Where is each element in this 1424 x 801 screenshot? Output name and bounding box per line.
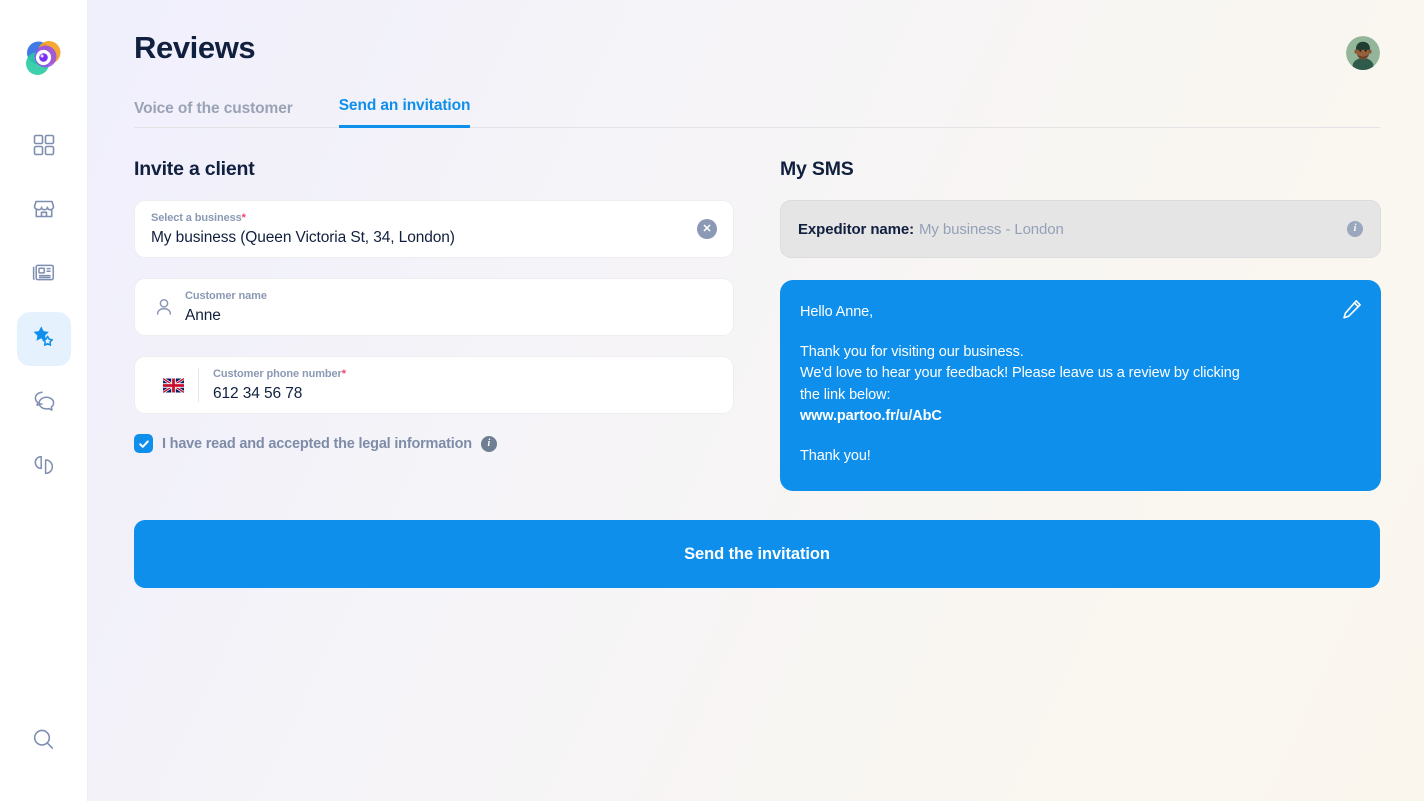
- invite-a-client-section: Invite a client Select a business* My bu…: [134, 158, 734, 491]
- grid-dashboard-icon: [31, 132, 57, 163]
- phone-field-body: Customer phone number* 612 34 56 78: [213, 368, 717, 403]
- legal-checkbox[interactable]: [134, 434, 153, 453]
- business-label-text: Select a business: [151, 211, 242, 224]
- uk-flag-icon[interactable]: [163, 377, 184, 393]
- sms-section-title: My SMS: [780, 158, 854, 180]
- sidebar-item-analytics[interactable]: [17, 440, 71, 494]
- sidebar-item-reviews[interactable]: [16, 312, 71, 366]
- sms-line: We'd love to hear your feedback! Please …: [800, 365, 1240, 381]
- content-columns: Invite a client Select a business* My bu…: [134, 158, 1381, 491]
- sms-line: Thank you!: [800, 447, 871, 464]
- my-sms-section: My SMS Expeditor name: My business - Lon…: [780, 158, 1381, 491]
- sms-line: the link below:: [800, 386, 891, 403]
- business-required-marker: *: [241, 211, 246, 224]
- customer-name-field[interactable]: Customer name Anne: [134, 278, 734, 336]
- person-icon: [153, 296, 175, 318]
- expeditor-info-icon[interactable]: i: [1347, 221, 1363, 237]
- send-the-invitation-button[interactable]: Send the invitation: [134, 520, 1380, 588]
- pie-chart-icon: [30, 451, 58, 484]
- tab-send-an-invitation[interactable]: Send an invitation: [338, 97, 470, 128]
- sms-preview-bubble: Hello Anne, Thank you for visiting our b…: [780, 280, 1381, 491]
- legal-consent-label: I have read and accepted the legal infor…: [162, 435, 472, 452]
- partoo-logo[interactable]: [21, 36, 67, 82]
- sms-line: Hello Anne,: [800, 304, 874, 320]
- sms-review-link: www.partoo.fr/u/AbC: [800, 408, 942, 424]
- clear-business-button[interactable]: ✕: [697, 219, 717, 239]
- phone-field-divider: [198, 368, 199, 402]
- name-field-body: Customer name Anne: [185, 290, 717, 325]
- customer-name-label: Customer name: [185, 290, 717, 303]
- pencil-edit-icon[interactable]: [1341, 298, 1363, 325]
- name-label-text: Customer name: [185, 289, 267, 302]
- sms-line-blank: [800, 324, 1357, 342]
- customer-name-value: Anne: [185, 306, 221, 324]
- search-icon: [30, 726, 57, 758]
- sms-line: Thank you for visiting our business.: [800, 343, 1024, 360]
- business-field-value: My business (Queen Victoria St, 34, Lond…: [151, 228, 455, 246]
- legal-consent-row: I have read and accepted the legal infor…: [134, 434, 734, 453]
- newspaper-icon: [30, 259, 57, 291]
- expeditor-name-row: Expeditor name: My business - London i: [780, 200, 1381, 258]
- chat-bubbles-icon: [30, 387, 58, 420]
- page-header: Reviews: [134, 0, 1380, 70]
- page-title: Reviews: [134, 30, 256, 65]
- customer-phone-value: 612 34 56 78: [213, 384, 303, 402]
- customer-phone-field[interactable]: Customer phone number* 612 34 56 78: [134, 356, 734, 414]
- tab-voice-of-the-customer[interactable]: Voice of the customer: [134, 100, 293, 128]
- customer-phone-label: Customer phone number*: [213, 368, 717, 381]
- phone-required-marker: *: [341, 367, 346, 380]
- main-content: Reviews Voice of the customer Send an in…: [88, 0, 1424, 801]
- select-a-business-field[interactable]: Select a business* My business (Queen Vi…: [134, 200, 734, 258]
- app-root: Reviews Voice of the customer Send an in…: [0, 0, 1424, 801]
- business-field-body: Select a business* My business (Queen Vi…: [151, 212, 697, 247]
- phone-label-text: Customer phone number: [213, 367, 342, 380]
- star-review-icon: [29, 322, 58, 356]
- invite-section-title: Invite a client: [134, 158, 255, 180]
- tabs: Voice of the customer Send an invitation: [134, 96, 1380, 128]
- sidebar-item-dashboard[interactable]: [17, 120, 71, 174]
- storefront-icon: [30, 195, 58, 228]
- sidebar: [0, 0, 88, 801]
- sidebar-item-businesses[interactable]: [17, 184, 71, 238]
- expeditor-label: Expeditor name:: [798, 220, 915, 238]
- sidebar-nav: [16, 120, 71, 494]
- user-avatar[interactable]: [1346, 36, 1380, 70]
- sidebar-item-posts[interactable]: [17, 248, 71, 302]
- expeditor-value: My business - London: [919, 220, 1064, 238]
- sms-line-blank: [800, 428, 1357, 446]
- sms-body: Hello Anne, Thank you for visiting our b…: [800, 302, 1357, 467]
- business-field-label: Select a business*: [151, 212, 697, 225]
- sidebar-item-messages[interactable]: [17, 376, 71, 430]
- sidebar-search-button[interactable]: [17, 715, 71, 769]
- legal-info-icon[interactable]: i: [480, 435, 497, 452]
